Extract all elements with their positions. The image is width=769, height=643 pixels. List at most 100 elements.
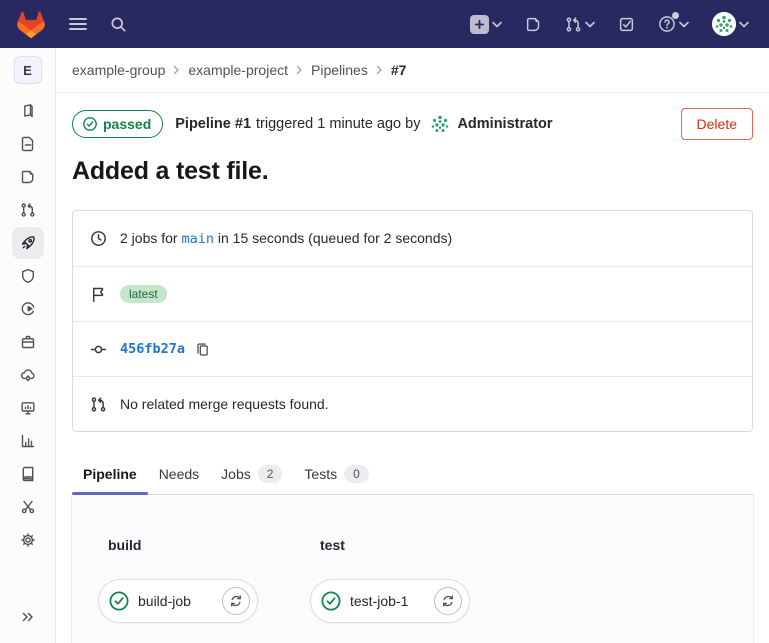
delete-pipeline-button[interactable]: Delete [681, 108, 753, 140]
author-avatar[interactable] [428, 112, 452, 136]
todos-button[interactable] [614, 12, 639, 37]
package-icon [20, 334, 36, 350]
breadcrumb-group-link[interactable]: example-group [72, 62, 165, 78]
stage-test: test test-job-1 [310, 537, 522, 643]
search-button[interactable] [106, 12, 131, 37]
pipeline-trigger-info: Pipeline #1 triggered 1 minute ago by Ad… [175, 112, 552, 136]
sidebar-item-merge-requests[interactable] [12, 193, 44, 226]
duration-text: in 15 seconds (queued for 2 seconds) [218, 230, 452, 246]
job-name: build-job [138, 593, 191, 609]
top-navbar [0, 0, 769, 48]
sidebar-item-settings[interactable] [12, 523, 44, 556]
shield-icon [20, 268, 36, 284]
sidebar-expand-button[interactable] [20, 609, 36, 643]
no-merge-requests-text: No related merge requests found. [120, 396, 329, 412]
todo-check-icon [618, 16, 635, 33]
gear-icon [20, 532, 36, 548]
plus-icon [470, 15, 489, 34]
tab-pipeline[interactable]: Pipeline [72, 456, 148, 494]
tab-label: Pipeline [83, 466, 137, 482]
issues-icon [20, 169, 36, 185]
pipeline-status-badge[interactable]: passed [72, 110, 163, 138]
issues-icon [525, 16, 542, 33]
sidebar-item-ci-cd[interactable] [12, 227, 44, 259]
commit-icon [90, 341, 107, 358]
clock-icon [90, 230, 107, 247]
help-menu-button[interactable] [654, 11, 693, 37]
document-icon [20, 136, 36, 152]
chevron-down-icon [679, 21, 689, 28]
stage-build: build build-job [98, 537, 310, 643]
sidebar-item-wiki[interactable] [12, 457, 44, 490]
chevron-right-icon [296, 65, 303, 75]
jobs-summary-row: 2 jobs for main in 15 seconds (queued fo… [73, 211, 752, 266]
deploy-icon [20, 301, 36, 317]
monitor-icon [20, 400, 36, 416]
latest-badge-row: latest [73, 266, 752, 321]
sidebar-item-packages[interactable] [12, 325, 44, 358]
tab-tests[interactable]: Tests 0 [293, 456, 379, 494]
chevron-down-icon [585, 21, 595, 28]
stage-name: test [320, 537, 522, 553]
trigger-text: triggered 1 minute ago by [256, 116, 420, 132]
tab-needs[interactable]: Needs [148, 456, 210, 494]
pipeline-page: passed Pipeline #1 triggered 1 minute ag… [56, 93, 769, 643]
jobs-count-badge: 2 [258, 465, 283, 483]
job-build-job[interactable]: build-job [98, 579, 258, 623]
job-test-job-1[interactable]: test-job-1 [310, 579, 470, 623]
user-avatar [712, 12, 736, 36]
merge-request-icon [20, 202, 36, 218]
scissors-icon [20, 499, 36, 515]
latest-badge: latest [120, 285, 167, 303]
sidebar-item-monitor[interactable] [12, 391, 44, 424]
jobs-summary-text: 2 jobs for main in 15 seconds (queued fo… [120, 230, 452, 247]
author-name[interactable]: Administrator [457, 116, 552, 132]
search-icon [110, 16, 127, 33]
breadcrumb-current: #7 [391, 62, 407, 78]
retry-icon [441, 594, 455, 608]
branch-link[interactable]: main [181, 231, 214, 247]
merge-requests-nav-button[interactable] [561, 12, 599, 37]
tab-label: Tests [304, 466, 337, 482]
navbar-left [16, 9, 131, 39]
pipeline-graph: build build-job test t [71, 495, 754, 643]
hamburger-menu-button[interactable] [64, 12, 92, 36]
tab-jobs[interactable]: Jobs 2 [210, 456, 293, 494]
copy-commit-sha-button[interactable] [193, 340, 212, 359]
project-avatar[interactable]: E [14, 56, 42, 84]
retry-job-button[interactable] [222, 587, 250, 615]
breadcrumb-pipelines-link[interactable]: Pipelines [311, 62, 368, 78]
flag-icon [90, 286, 107, 303]
status-badge-label: passed [103, 116, 151, 132]
tab-label: Needs [159, 466, 199, 482]
sidebar-item-plan[interactable] [12, 127, 44, 160]
tests-count-badge: 0 [344, 465, 369, 483]
sidebar-item-snippets[interactable] [12, 490, 44, 523]
commit-sha-link[interactable]: 456fb27a [120, 341, 185, 357]
tab-label: Jobs [221, 466, 251, 482]
status-passed-icon [320, 590, 342, 612]
chevron-right-icon [173, 65, 180, 75]
sidebar-item-issues[interactable] [12, 160, 44, 193]
pipeline-status-row: passed Pipeline #1 triggered 1 minute ag… [72, 93, 753, 140]
sidebar-item-analyze[interactable] [12, 424, 44, 457]
main-content: example-group example-project Pipelines … [56, 48, 769, 643]
chevron-down-icon [739, 21, 749, 28]
user-menu-button[interactable] [708, 8, 753, 40]
merge-request-row: No related merge requests found. [73, 376, 752, 431]
pipeline-name: Pipeline #1 [175, 116, 251, 132]
pipeline-summary-card: 2 jobs for main in 15 seconds (queued fo… [72, 210, 753, 432]
sidebar-item-operate[interactable] [12, 358, 44, 391]
sidebar-item-project[interactable] [12, 94, 44, 127]
check-circle-icon [82, 116, 98, 132]
project-sidebar: E [0, 48, 56, 643]
sidebar-item-security[interactable] [12, 259, 44, 292]
retry-job-button[interactable] [434, 587, 462, 615]
project-icon [20, 103, 36, 119]
sidebar-item-deployments[interactable] [12, 292, 44, 325]
new-menu-button[interactable] [466, 11, 506, 38]
gitlab-logo-icon[interactable] [16, 9, 46, 39]
book-icon [20, 466, 36, 482]
issues-nav-button[interactable] [521, 12, 546, 37]
breadcrumb-project-link[interactable]: example-project [188, 62, 288, 78]
